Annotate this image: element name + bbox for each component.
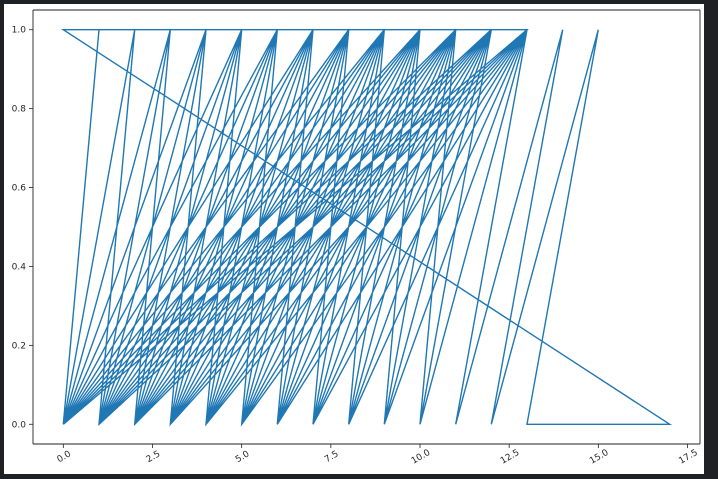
y-tick-label: 0.6 xyxy=(12,184,27,194)
y-tick-label: 0.4 xyxy=(12,262,27,272)
y-tick-label: 0.0 xyxy=(12,420,27,430)
y-tick-label: 0.8 xyxy=(12,105,27,115)
chart-canvas: 0.00.20.40.60.81.00.0 2.5 5.0 7.5 10.0 12.5 15… xyxy=(4,4,704,474)
y-tick-label: 0.2 xyxy=(12,341,26,351)
y-tick-label: 1.0 xyxy=(12,26,27,36)
